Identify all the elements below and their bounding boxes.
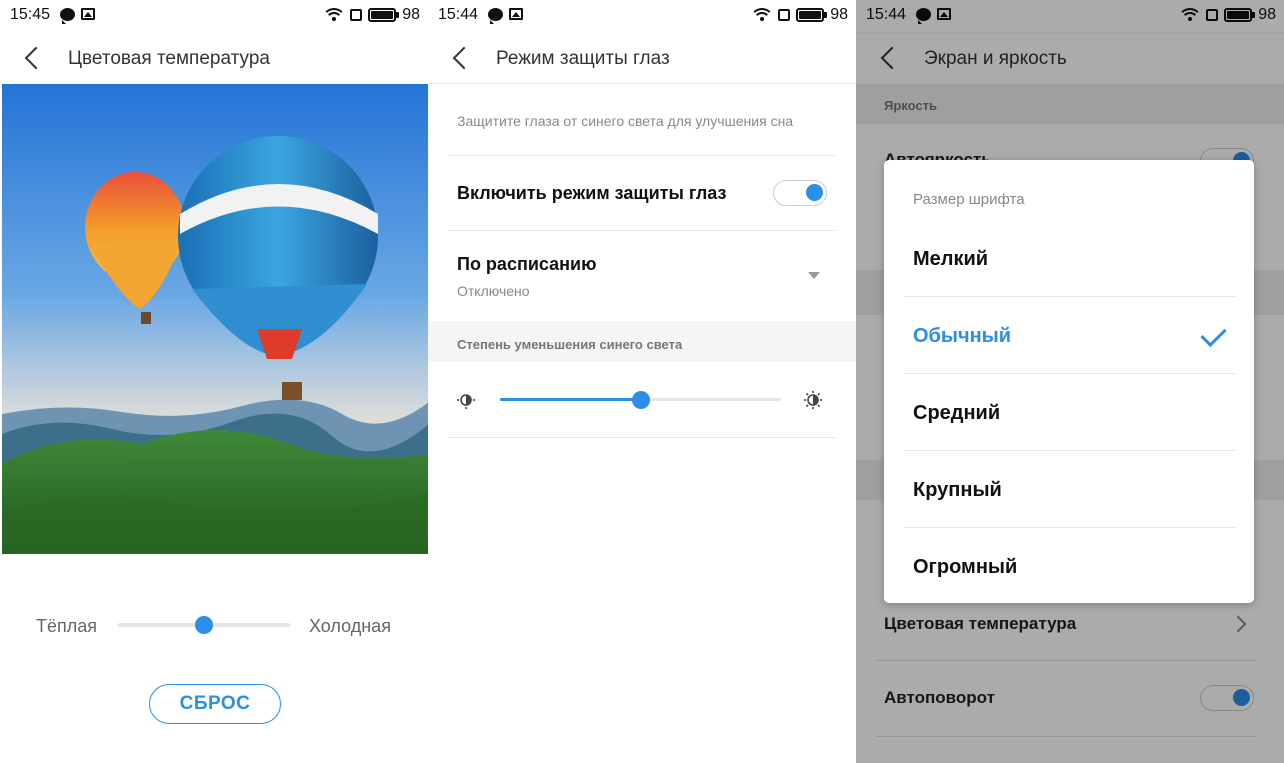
blue-light-slider-fill bbox=[500, 398, 641, 401]
toggle-knob bbox=[806, 184, 823, 201]
schedule-label[interactable]: По расписанию bbox=[457, 254, 596, 275]
dialog-title: Размер шрифта bbox=[913, 191, 1025, 208]
divider bbox=[448, 155, 836, 156]
status-time: 15:45 bbox=[10, 6, 51, 23]
font-option-small[interactable]: Мелкий bbox=[904, 220, 1236, 297]
font-size-dialog: Размер шрифта Мелкий Обычный Средний Кру… bbox=[884, 160, 1254, 603]
screen-icon bbox=[350, 9, 363, 21]
eye-protection-description: Защитите глаза от синего света для улучш… bbox=[457, 113, 794, 129]
back-icon[interactable] bbox=[24, 46, 48, 70]
message-icon bbox=[60, 8, 75, 24]
warm-label: Тёплая bbox=[36, 616, 98, 636]
eye-protection-toggle[interactable] bbox=[773, 180, 827, 206]
temperature-slider-thumb[interactable] bbox=[195, 616, 213, 634]
dropdown-arrow-icon[interactable] bbox=[808, 272, 820, 279]
option-label: Обычный bbox=[913, 325, 1012, 347]
color-temperature-screen: 15:45 98 Цветовая температура Тёплая Хол… bbox=[0, 0, 428, 763]
font-option-medium[interactable]: Средний bbox=[904, 374, 1236, 451]
battery-icon bbox=[368, 8, 400, 22]
font-option-huge[interactable]: Огромный bbox=[904, 528, 1236, 605]
font-option-normal[interactable]: Обычный bbox=[904, 297, 1236, 374]
option-label: Огромный bbox=[913, 556, 1018, 578]
option-label: Мелкий bbox=[913, 248, 989, 270]
blue-light-slider-thumb[interactable] bbox=[631, 391, 650, 409]
battery-level: 98 bbox=[830, 6, 848, 23]
option-label: Крупный bbox=[913, 479, 1002, 501]
reset-button[interactable]: СБРОС bbox=[149, 684, 281, 724]
high-brightness-icon bbox=[804, 391, 822, 409]
preview-image bbox=[2, 84, 428, 554]
schedule-value: Отключено bbox=[457, 283, 530, 299]
image-icon bbox=[509, 8, 523, 20]
screen-icon bbox=[778, 9, 791, 21]
page-title: Режим защиты глаз bbox=[496, 48, 670, 69]
font-option-large[interactable]: Крупный bbox=[904, 451, 1236, 528]
divider bbox=[448, 230, 836, 231]
header-divider bbox=[428, 83, 856, 84]
message-icon bbox=[488, 8, 503, 24]
app-header: Режим защиты глаз bbox=[428, 34, 856, 84]
page-title: Цветовая температура bbox=[68, 48, 270, 69]
wifi-icon bbox=[324, 8, 345, 22]
status-bar: 15:44 98 bbox=[428, 0, 856, 32]
cold-label: Холодная bbox=[309, 616, 391, 636]
status-time: 15:44 bbox=[438, 6, 479, 23]
battery-icon bbox=[796, 8, 828, 22]
low-brightness-icon bbox=[457, 394, 475, 409]
temperature-slider-row: Тёплая Холодная bbox=[0, 612, 428, 642]
option-label: Средний bbox=[913, 402, 1001, 424]
section-label: Степень уменьшения синего света bbox=[457, 337, 683, 352]
app-header: Цветовая температура bbox=[0, 34, 428, 84]
display-brightness-screen: 15:44 98 Экран и яркость Яркость Автоярк… bbox=[856, 0, 1284, 763]
battery-level: 98 bbox=[402, 6, 420, 23]
back-icon[interactable] bbox=[452, 46, 476, 70]
status-bar: 15:45 98 bbox=[0, 0, 428, 32]
blue-light-section-header: Степень уменьшения синего света bbox=[428, 321, 856, 362]
divider bbox=[448, 437, 836, 438]
eye-protection-screen: 15:44 98 Режим защиты глаз Защитите глаз… bbox=[428, 0, 856, 763]
wifi-icon bbox=[752, 8, 773, 22]
eye-protection-toggle-label: Включить режим защиты глаз bbox=[457, 183, 727, 203]
image-icon bbox=[81, 8, 95, 20]
